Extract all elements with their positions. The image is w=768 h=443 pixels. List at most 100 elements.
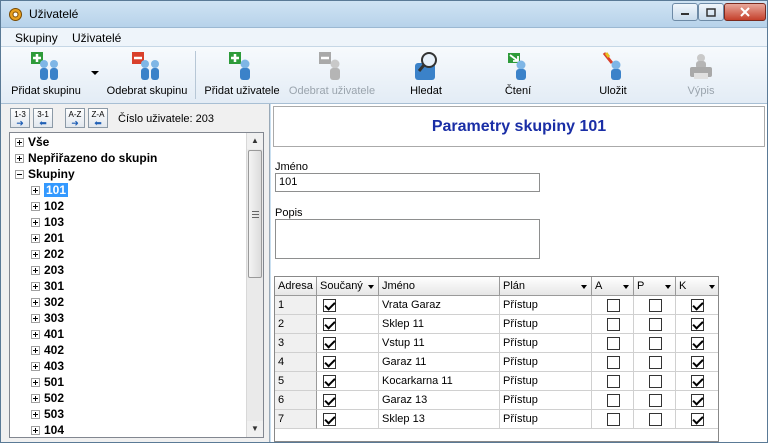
expand-plus-icon[interactable] [15, 154, 24, 163]
filter-dropdown-icon[interactable] [665, 285, 671, 289]
menu-skupiny[interactable]: Skupiny [15, 31, 58, 45]
checkbox[interactable] [607, 375, 620, 388]
column-header-a[interactable]: A [592, 277, 634, 296]
sort-numeric-asc-button[interactable]: 1-3 ➜ [10, 108, 30, 128]
checkbox[interactable] [323, 337, 336, 350]
column-header-plan[interactable]: Plán [500, 277, 592, 296]
checkbox[interactable] [649, 337, 662, 350]
checkbox[interactable] [691, 299, 704, 312]
checkbox[interactable] [649, 356, 662, 369]
filter-dropdown-icon[interactable] [581, 285, 587, 289]
tree-item-group[interactable]: 402 [31, 342, 64, 358]
expand-plus-icon[interactable] [31, 250, 40, 259]
tree-item-groups[interactable]: Skupiny [15, 166, 75, 182]
checkbox[interactable] [323, 413, 336, 426]
checkbox[interactable] [607, 299, 620, 312]
expand-plus-icon[interactable] [31, 394, 40, 403]
tree-item-unassigned[interactable]: Nepřiřazeno do skupin [15, 150, 157, 166]
checkbox[interactable] [323, 318, 336, 331]
column-header-name[interactable]: Jméno [379, 277, 500, 296]
sort-alpha-asc-button[interactable]: A-Z ➜ [65, 108, 85, 128]
expand-plus-icon[interactable] [31, 314, 40, 323]
sort-alpha-desc-button[interactable]: Z-A ⬅ [88, 108, 108, 128]
table-row[interactable]: 3 Vstup 11 Přístup [275, 334, 718, 353]
scroll-down-icon[interactable]: ▼ [247, 421, 263, 437]
checkbox[interactable] [649, 413, 662, 426]
tree-item-group[interactable]: 401 [31, 326, 64, 342]
expand-plus-icon[interactable] [31, 186, 40, 195]
tree-item-group[interactable]: 101 [31, 182, 69, 198]
table-row[interactable]: 4 Garaz 11 Přístup [275, 353, 718, 372]
remove-user-button[interactable]: Odebrat uživatele [288, 51, 376, 101]
table-row[interactable]: 5 Kocarkarna 11 Přístup [275, 372, 718, 391]
expand-plus-icon[interactable] [31, 346, 40, 355]
collapse-minus-icon[interactable] [15, 170, 24, 179]
checkbox[interactable] [649, 299, 662, 312]
close-button[interactable] [724, 3, 766, 21]
tree-item-group[interactable]: 202 [31, 246, 64, 262]
expand-plus-icon[interactable] [31, 362, 40, 371]
table-row[interactable]: 6 Garaz 13 Přístup [275, 391, 718, 410]
tree-item-group[interactable]: 201 [31, 230, 64, 246]
column-header-address[interactable]: Adresa [275, 277, 317, 296]
print-button[interactable]: Výpis [681, 51, 721, 101]
checkbox[interactable] [607, 394, 620, 407]
column-header-member[interactable]: Součaný [317, 277, 379, 296]
checkbox[interactable] [691, 375, 704, 388]
description-field[interactable] [275, 219, 540, 259]
expand-plus-icon[interactable] [31, 266, 40, 275]
tree-item-all[interactable]: Vše [15, 134, 49, 150]
name-field[interactable]: 101 [275, 173, 540, 192]
filter-dropdown-icon[interactable] [368, 285, 374, 289]
filter-dropdown-icon[interactable] [709, 285, 715, 289]
checkbox[interactable] [691, 318, 704, 331]
checkbox[interactable] [323, 356, 336, 369]
table-row[interactable]: 2 Sklep 11 Přístup [275, 315, 718, 334]
tree-item-group[interactable]: 303 [31, 310, 64, 326]
checkbox[interactable] [649, 318, 662, 331]
tree-item-group[interactable]: 501 [31, 374, 64, 390]
checkbox[interactable] [691, 394, 704, 407]
tree-item-group[interactable]: 104 [31, 422, 64, 437]
expand-plus-icon[interactable] [31, 426, 40, 435]
checkbox[interactable] [323, 394, 336, 407]
add-group-button[interactable]: Přidat skupinu [11, 51, 81, 101]
expand-plus-icon[interactable] [15, 138, 24, 147]
tree-item-group[interactable]: 203 [31, 262, 64, 278]
table-row[interactable]: 1 Vrata Garaz Přístup [275, 296, 718, 315]
checkbox[interactable] [607, 356, 620, 369]
expand-plus-icon[interactable] [31, 298, 40, 307]
expand-plus-icon[interactable] [31, 202, 40, 211]
sort-numeric-desc-button[interactable]: 3-1 ⬅ [33, 108, 53, 128]
tree-scrollbar[interactable]: ▲ ▼ [246, 133, 263, 437]
tree-item-group[interactable]: 103 [31, 214, 64, 230]
save-button[interactable]: Uložit [591, 51, 635, 101]
search-button[interactable]: Hledat [401, 51, 451, 101]
remove-group-button[interactable]: Odebrat skupinu [104, 51, 190, 101]
add-user-button[interactable]: Přidat uživatele [203, 51, 281, 101]
checkbox[interactable] [649, 375, 662, 388]
checkbox[interactable] [691, 337, 704, 350]
expand-plus-icon[interactable] [31, 378, 40, 387]
checkbox[interactable] [323, 299, 336, 312]
tree-item-group[interactable]: 403 [31, 358, 64, 374]
column-header-p[interactable]: P [634, 277, 676, 296]
expand-plus-icon[interactable] [31, 234, 40, 243]
minimize-button[interactable] [672, 3, 698, 21]
checkbox[interactable] [691, 356, 704, 369]
scroll-up-icon[interactable]: ▲ [247, 133, 263, 149]
tree-item-group[interactable]: 503 [31, 406, 64, 422]
add-group-dropdown-arrow[interactable] [91, 71, 99, 75]
maximize-button[interactable] [698, 3, 724, 21]
scroll-thumb[interactable] [248, 150, 262, 278]
column-header-k[interactable]: K [676, 277, 718, 296]
filter-dropdown-icon[interactable] [623, 285, 629, 289]
read-button[interactable]: Čtení [495, 51, 541, 101]
checkbox[interactable] [649, 394, 662, 407]
tree-item-group[interactable]: 301 [31, 278, 64, 294]
menu-uzivatele[interactable]: Uživatelé [72, 31, 121, 45]
expand-plus-icon[interactable] [31, 282, 40, 291]
checkbox[interactable] [607, 337, 620, 350]
table-row[interactable]: 7 Sklep 13 Přístup [275, 410, 718, 429]
expand-plus-icon[interactable] [31, 330, 40, 339]
